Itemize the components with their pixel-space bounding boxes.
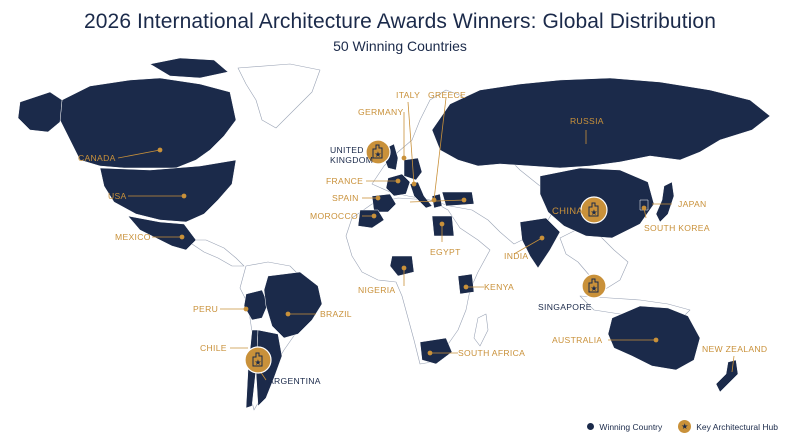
spain-marker	[375, 195, 381, 201]
label-uk-2: KINGDOM	[330, 155, 373, 165]
central-america-land	[185, 239, 245, 267]
svg-text:★: ★	[254, 358, 261, 367]
label-australia: AUSTRALIA	[552, 335, 602, 345]
world-map: ★ ★ ★ ★ CANADA USA MEXICO PERU BRAZIL CH…	[17, 57, 771, 411]
australia-marker	[653, 337, 659, 343]
label-nigeria: NIGERIA	[358, 285, 395, 295]
label-argentina: ARGENTINA	[268, 376, 321, 386]
turkey-marker	[461, 197, 467, 203]
label-brazil: BRAZIL	[320, 309, 352, 319]
legend-winning-label: Winning Country	[599, 421, 663, 432]
brazil-marker	[285, 311, 291, 317]
legend-hub-label: Key Architectural Hub	[696, 421, 778, 432]
japan-shape	[655, 181, 675, 223]
label-india: INDIA	[504, 251, 528, 261]
new-zealand-shape	[715, 359, 739, 393]
label-chile: CHILE	[200, 343, 227, 353]
kenya-marker	[463, 284, 469, 290]
canada-islands	[149, 57, 229, 79]
label-singapore: SINGAPORE	[538, 302, 592, 312]
label-morocco: MOROCCO	[310, 211, 358, 221]
label-kenya: KENYA	[484, 282, 514, 292]
hub-icon: ★	[678, 420, 692, 433]
mexico-marker	[179, 234, 185, 240]
alaska-shape	[17, 91, 63, 133]
nigeria-marker	[401, 265, 407, 271]
label-italy: ITALY	[396, 90, 420, 100]
australia-shape	[607, 305, 701, 371]
label-greece: GREECE	[428, 90, 466, 100]
peru-marker	[243, 306, 249, 312]
label-south-korea: SOUTH KOREA	[644, 223, 710, 233]
kenya-shape	[457, 273, 475, 295]
svg-text:★: ★	[590, 284, 597, 293]
svg-text:★: ★	[590, 208, 597, 217]
label-france: FRANCE	[326, 176, 363, 186]
hub-argentina: ★	[244, 346, 272, 374]
south-africa-marker	[427, 350, 433, 356]
south-korea-marker	[641, 205, 647, 211]
label-japan: JAPAN	[678, 199, 707, 209]
label-usa: USA	[108, 191, 127, 201]
label-china: CHINA	[552, 206, 583, 217]
canada-marker	[157, 147, 163, 153]
usa-marker	[181, 193, 187, 199]
label-peru: PERU	[193, 304, 218, 314]
madagascar-land	[473, 313, 489, 347]
italy-marker	[411, 181, 417, 187]
label-spain: SPAIN	[332, 193, 359, 203]
hub-china: ★	[580, 196, 608, 224]
south-africa-shape	[419, 337, 453, 365]
label-germany: GERMANY	[358, 107, 404, 117]
greenland-land	[237, 63, 321, 129]
germany-marker	[401, 155, 407, 161]
winning-country-swatch	[587, 423, 595, 430]
label-uk-1: UNITED	[330, 145, 364, 155]
legend: Winning Country ★ Key Architectural Hub	[587, 420, 778, 433]
france-marker	[395, 178, 401, 184]
turkey-shape	[441, 191, 475, 207]
label-canada: CANADA	[78, 153, 116, 163]
label-south-africa: SOUTH AFRICA	[458, 348, 525, 358]
egypt-marker	[439, 221, 445, 227]
morocco-marker	[371, 213, 377, 219]
label-egypt: EGYPT	[430, 247, 461, 257]
label-russia: RUSSIA	[570, 116, 604, 126]
hub-singapore: ★	[581, 273, 607, 299]
label-mexico: MEXICO	[115, 232, 151, 242]
svg-text:★: ★	[374, 150, 381, 159]
label-new-zealand: NEW ZEALAND	[702, 344, 767, 354]
india-marker	[539, 235, 545, 241]
